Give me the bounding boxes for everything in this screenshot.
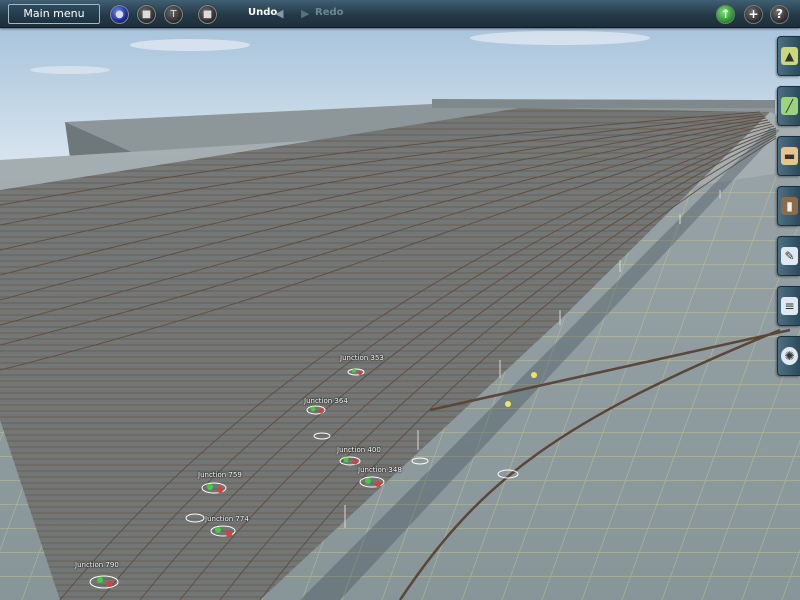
signal-icon: T [170, 9, 177, 20]
top-toolbar: Main menu ● ■ T ■ Undo ◀ ▶ Redo ↑ + ? [0, 0, 800, 28]
up-button[interactable]: ↑ [716, 5, 735, 24]
cloud [130, 39, 250, 51]
globe-button[interactable]: ● [110, 5, 129, 24]
redo-button[interactable]: Redo [315, 7, 344, 18]
junction-label-790: Junction 790 [75, 561, 119, 569]
cloud [30, 66, 110, 74]
train-icon: ▮ [781, 197, 798, 215]
wrench-icon: ✎ [781, 247, 798, 265]
track-icon: ╱ [781, 97, 798, 115]
junction-label-353: Junction 353 [340, 354, 384, 362]
junction-label-774: Junction 774 [205, 515, 249, 523]
junction-label-364: Junction 364 [304, 397, 348, 405]
building-icon: ▬ [781, 147, 798, 165]
help-button[interactable]: ? [770, 5, 789, 24]
junction-label-400: Junction 400 [337, 446, 381, 454]
gear-icon: ✺ [781, 347, 798, 365]
help-icon: ? [776, 7, 783, 21]
track-tab[interactable]: ╱ [777, 86, 800, 126]
cloud [470, 31, 650, 45]
junction-label-348: Junction 348 [358, 466, 402, 474]
landscape-icon: ▲ [781, 47, 798, 65]
track-editor-scene[interactable] [0, 0, 800, 600]
objects-tab[interactable]: ▬ [777, 136, 800, 176]
terrain-tab[interactable]: ▲ [777, 36, 800, 76]
up-arrow-icon: ↑ [720, 7, 731, 21]
signal-button[interactable]: T [164, 5, 183, 24]
redo-arrow-icon[interactable]: ▶ [301, 7, 309, 20]
add-button[interactable]: + [744, 5, 763, 24]
undo-button[interactable]: Undo [248, 7, 277, 18]
layers-icon: ≡ [781, 297, 798, 315]
plus-icon: + [748, 7, 759, 21]
tools-tab[interactable]: ✎ [777, 236, 800, 276]
stop-icon: ■ [141, 9, 152, 20]
main-menu-button[interactable]: Main menu [8, 4, 100, 24]
stop-button[interactable]: ■ [137, 5, 156, 24]
undo-arrow-icon[interactable]: ◀ [275, 7, 283, 20]
globe-icon: ● [115, 9, 124, 20]
layers-tab[interactable]: ≡ [777, 286, 800, 326]
junction-label-759: Junction 759 [198, 471, 242, 479]
game-viewport[interactable]: Junction 759 Junction 774 Junction 790 J… [0, 0, 800, 600]
rolling-stock-tab[interactable]: ▮ [777, 186, 800, 226]
stop-square-icon: ■ [202, 9, 213, 20]
settings-tab[interactable]: ✺ [777, 336, 800, 376]
delete-button[interactable]: ■ [198, 5, 217, 24]
